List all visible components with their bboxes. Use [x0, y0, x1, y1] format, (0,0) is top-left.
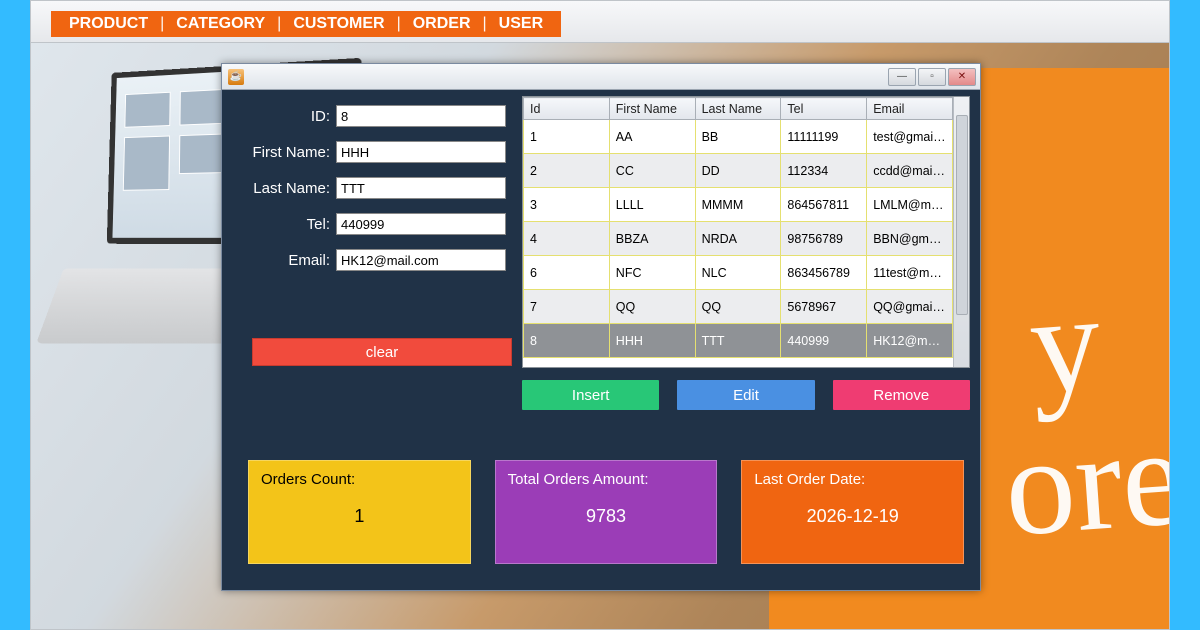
nav-product[interactable]: PRODUCT — [63, 15, 154, 33]
table-cell[interactable]: TTT — [695, 324, 781, 358]
table-row[interactable]: 1AABB11111199test@gmail.com — [524, 120, 953, 154]
table-cell[interactable]: 11111199 — [781, 120, 867, 154]
table-header[interactable]: First Name — [609, 98, 695, 120]
table-cell[interactable]: HHH — [609, 324, 695, 358]
nav-order[interactable]: ORDER — [407, 15, 477, 33]
table-cell[interactable]: 2 — [524, 154, 610, 188]
scrollbar-thumb[interactable] — [956, 115, 968, 315]
input-email[interactable] — [336, 249, 506, 271]
input-tel[interactable] — [336, 213, 506, 235]
action-buttons: Insert Edit Remove — [522, 380, 970, 410]
table-cell[interactable]: test@gmail.com — [867, 120, 953, 154]
table-row[interactable]: 6NFCNLC86345678911test@mail.c... — [524, 256, 953, 290]
card-total-amount-title: Total Orders Amount: — [508, 471, 705, 488]
label-tel: Tel: — [222, 216, 336, 233]
nav-user[interactable]: USER — [493, 15, 549, 33]
remove-button[interactable]: Remove — [833, 380, 970, 410]
table-cell[interactable]: DD — [695, 154, 781, 188]
table-cell[interactable]: 8 — [524, 324, 610, 358]
maximize-button[interactable]: ▫ — [918, 68, 946, 86]
label-id: ID: — [222, 108, 336, 125]
table-cell[interactable]: AA — [609, 120, 695, 154]
summary-cards: Orders Count: 1 Total Orders Amount: 978… — [248, 460, 964, 564]
clear-button[interactable]: clear — [252, 338, 512, 366]
label-last-name: Last Name: — [222, 180, 336, 197]
card-last-order-date-title: Last Order Date: — [754, 471, 951, 488]
table-cell[interactable]: NLC — [695, 256, 781, 290]
form-panel: ID: First Name: Last Name: Tel: Email: — [222, 90, 522, 400]
main-nav: PRODUCT| CATEGORY| CUSTOMER| ORDER| USER — [51, 11, 561, 37]
input-id[interactable] — [336, 105, 506, 127]
table-cell[interactable]: HK12@mail.com — [867, 324, 953, 358]
table-header[interactable]: Last Name — [695, 98, 781, 120]
table-header[interactable]: Id — [524, 98, 610, 120]
table-cell[interactable]: LMLM@mail.co... — [867, 188, 953, 222]
label-first-name: First Name: — [222, 144, 336, 161]
card-orders-count: Orders Count: 1 — [248, 460, 471, 564]
customers-table[interactable]: IdFirst NameLast NameTelEmail 1AABB11111… — [523, 97, 953, 358]
card-last-order-date-value: 2026-12-19 — [754, 506, 951, 527]
table-cell[interactable]: QQ — [609, 290, 695, 324]
table-cell[interactable]: LLLL — [609, 188, 695, 222]
table-row[interactable]: 8HHHTTT440999HK12@mail.com — [524, 324, 953, 358]
card-orders-count-title: Orders Count: — [261, 471, 458, 488]
minimize-button[interactable]: — — [888, 68, 916, 86]
table-row[interactable]: 7QQQQ5678967QQ@gmail.com — [524, 290, 953, 324]
main-window: PRODUCT| CATEGORY| CUSTOMER| ORDER| USER… — [30, 0, 1170, 630]
table-header[interactable]: Email — [867, 98, 953, 120]
window-titlebar[interactable]: ☕ — ▫ ✕ — [222, 64, 980, 90]
table-cell[interactable]: NRDA — [695, 222, 781, 256]
table-cell[interactable]: 7 — [524, 290, 610, 324]
table-cell[interactable]: ccdd@mail.com — [867, 154, 953, 188]
table-cell[interactable]: 11test@mail.c... — [867, 256, 953, 290]
card-orders-count-value: 1 — [261, 506, 458, 527]
table-row[interactable]: 3LLLLMMMM864567811LMLM@mail.co... — [524, 188, 953, 222]
nav-customer[interactable]: CUSTOMER — [287, 15, 390, 33]
table-cell[interactable]: QQ — [695, 290, 781, 324]
table-cell[interactable]: MMMM — [695, 188, 781, 222]
bg-script-text: y ore — [991, 267, 1169, 559]
table-row[interactable]: 4BBZANRDA98756789BBN@gmail.vom — [524, 222, 953, 256]
table-cell[interactable]: 6 — [524, 256, 610, 290]
java-app-icon: ☕ — [228, 69, 244, 85]
table-cell[interactable]: NFC — [609, 256, 695, 290]
table-cell[interactable]: 5678967 — [781, 290, 867, 324]
customer-form-window: ☕ — ▫ ✕ ID: First Name: Last Name: — [221, 63, 981, 591]
table-cell[interactable]: CC — [609, 154, 695, 188]
table-cell[interactable]: BBN@gmail.vom — [867, 222, 953, 256]
nav-category[interactable]: CATEGORY — [170, 15, 271, 33]
insert-button[interactable]: Insert — [522, 380, 659, 410]
table-cell[interactable]: 1 — [524, 120, 610, 154]
label-email: Email: — [222, 252, 336, 269]
table-cell[interactable]: BB — [695, 120, 781, 154]
input-first-name[interactable] — [336, 141, 506, 163]
input-last-name[interactable] — [336, 177, 506, 199]
card-total-amount-value: 9783 — [508, 506, 705, 527]
table-scrollbar[interactable] — [953, 97, 969, 367]
table-cell[interactable]: 863456789 — [781, 256, 867, 290]
table-cell[interactable]: 4 — [524, 222, 610, 256]
edit-button[interactable]: Edit — [677, 380, 814, 410]
table-cell[interactable]: 3 — [524, 188, 610, 222]
top-bar: PRODUCT| CATEGORY| CUSTOMER| ORDER| USER — [31, 1, 1169, 43]
table-cell[interactable]: QQ@gmail.com — [867, 290, 953, 324]
card-total-amount: Total Orders Amount: 9783 — [495, 460, 718, 564]
table-cell[interactable]: 112334 — [781, 154, 867, 188]
card-last-order-date: Last Order Date: 2026-12-19 — [741, 460, 964, 564]
customers-table-container: IdFirst NameLast NameTelEmail 1AABB11111… — [522, 96, 970, 368]
table-cell[interactable]: 864567811 — [781, 188, 867, 222]
close-button[interactable]: ✕ — [948, 68, 976, 86]
table-row[interactable]: 2CCDD112334ccdd@mail.com — [524, 154, 953, 188]
table-cell[interactable]: 440999 — [781, 324, 867, 358]
table-cell[interactable]: 98756789 — [781, 222, 867, 256]
table-cell[interactable]: BBZA — [609, 222, 695, 256]
table-header[interactable]: Tel — [781, 98, 867, 120]
